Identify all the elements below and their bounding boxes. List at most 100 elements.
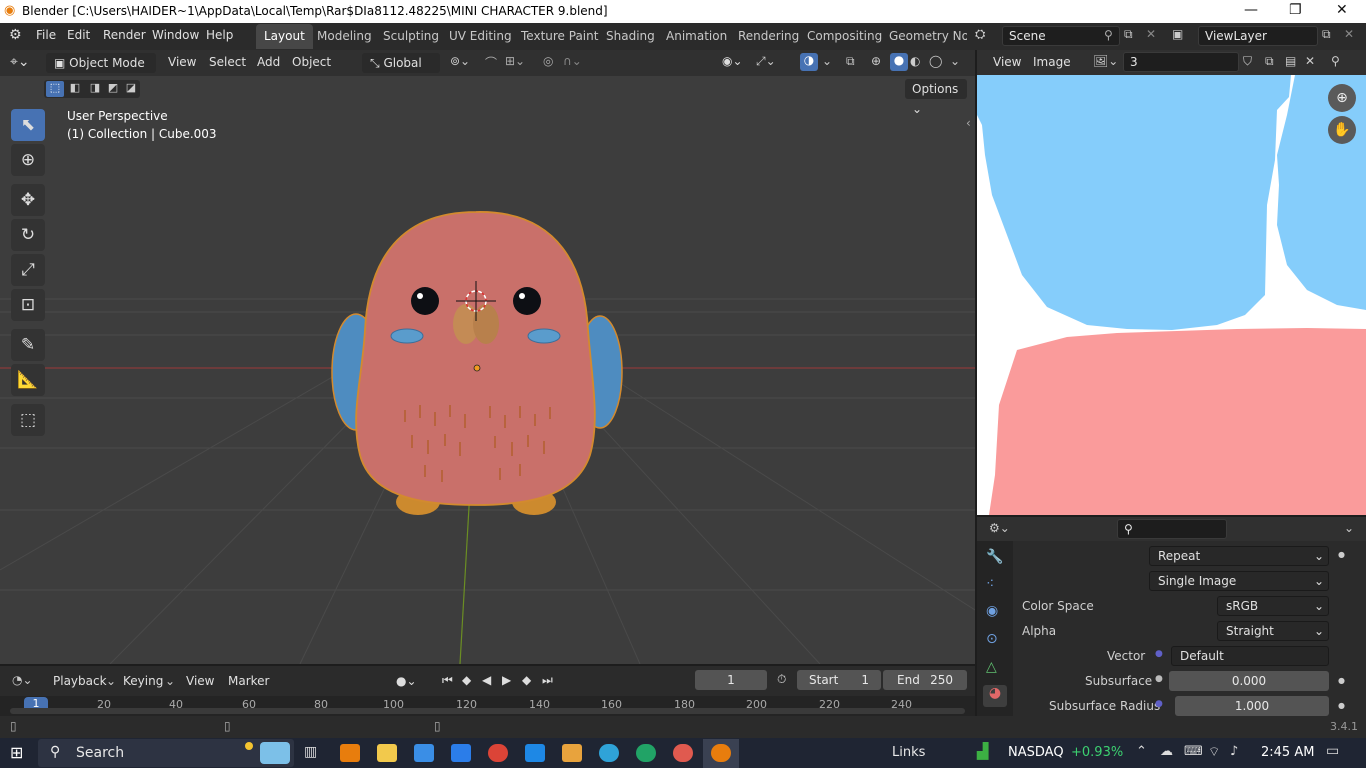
material-tab-icon[interactable]: ◕ xyxy=(983,685,1007,707)
app-icon[interactable] xyxy=(451,744,471,762)
maximize-icon[interactable]: ❐ xyxy=(1289,2,1302,18)
cursor-tool-icon[interactable]: ⊕ xyxy=(11,144,45,176)
proportional-edit-icon[interactable]: ◎ xyxy=(543,54,553,68)
tab-animation[interactable]: Animation xyxy=(658,24,735,49)
move-tool-icon[interactable]: ✥ xyxy=(11,184,45,216)
taskbar-links[interactable]: Links xyxy=(892,745,925,760)
select-new-icon[interactable]: ⬚ xyxy=(46,81,64,97)
tab-texture-paint[interactable]: Texture Paint xyxy=(513,24,606,49)
tab-geometry-nodes[interactable]: Geometry Noc xyxy=(881,24,967,49)
end-frame-field[interactable]: End 250 xyxy=(883,670,967,690)
tab-modeling[interactable]: Modeling xyxy=(309,24,380,49)
minimize-icon[interactable]: — xyxy=(1244,2,1258,18)
alpha-dropdown[interactable]: Straight ⌄ xyxy=(1217,621,1329,641)
mode-dropdown[interactable]: ▣ Object Mode xyxy=(46,53,156,73)
gizmo-icon[interactable]: ⤢⌄ xyxy=(756,54,776,69)
sublime-icon[interactable] xyxy=(562,744,582,762)
subsurface-radius-field[interactable]: 1.000 xyxy=(1175,696,1329,716)
view-layer-field[interactable]: ViewLayer xyxy=(1198,26,1318,46)
timeline-menu-marker[interactable]: Marker xyxy=(228,674,269,688)
overlays-icon[interactable]: ◑ xyxy=(800,53,818,71)
solid-shading-icon[interactable]: ● xyxy=(890,53,908,71)
new-image-icon[interactable]: ⧉ xyxy=(1265,54,1274,69)
zoom-icon[interactable]: ⊕ xyxy=(1328,84,1356,112)
transform-tool-icon[interactable]: ⊡ xyxy=(11,289,45,321)
image-name-field[interactable]: 3 xyxy=(1123,52,1239,72)
start-frame-field[interactable]: Start 1 xyxy=(797,670,881,690)
fiverr-icon[interactable] xyxy=(636,744,656,762)
tab-layout[interactable]: Layout xyxy=(256,24,313,49)
editor-type-icon[interactable]: ⌖⌄ xyxy=(10,54,30,70)
image-menu-view[interactable]: View xyxy=(993,55,1021,69)
timeline-editor-icon[interactable]: ◔⌄ xyxy=(12,673,33,687)
options-dropdown[interactable]: Options ⌄ xyxy=(905,79,967,116)
left-eye[interactable] xyxy=(411,287,439,315)
wireframe-shading-icon[interactable]: ⊕ xyxy=(871,54,881,68)
blender-active-icon[interactable] xyxy=(711,744,731,762)
source-dropdown[interactable]: Single Image ⌄ xyxy=(1149,571,1329,591)
edge-icon[interactable] xyxy=(599,744,619,762)
select-extend-icon[interactable]: ◧ xyxy=(66,81,84,97)
timeline-menu-view[interactable]: View xyxy=(186,674,214,688)
mail-icon[interactable] xyxy=(525,744,545,762)
properties-editor-icon[interactable]: ⚙⌄ xyxy=(989,521,1010,535)
ticker-name[interactable]: NASDAQ xyxy=(1008,745,1064,760)
properties-options-icon[interactable]: ⌄ xyxy=(1344,521,1354,535)
vector-input[interactable]: Default xyxy=(1171,646,1329,666)
tab-sculpting[interactable]: Sculpting xyxy=(375,24,447,49)
viewport-menu-select[interactable]: Select xyxy=(209,55,246,69)
wifi-icon[interactable]: ⌔ xyxy=(1208,744,1220,760)
play-icon[interactable]: ▶ xyxy=(502,673,511,687)
right-cheek[interactable] xyxy=(527,328,561,344)
new-scene-icon[interactable]: ⧉ xyxy=(1124,27,1133,42)
tab-shading[interactable]: Shading xyxy=(598,24,663,49)
chrome-icon[interactable] xyxy=(488,744,508,762)
unlink-image-icon[interactable]: ✕ xyxy=(1305,54,1315,68)
right-eye[interactable] xyxy=(513,287,541,315)
subsurface-field[interactable]: 0.000 xyxy=(1169,671,1329,691)
overlays-dropdown-icon[interactable]: ⌄ xyxy=(822,54,832,68)
prev-keyframe-icon[interactable]: ◆ xyxy=(462,673,471,687)
data-tab-icon[interactable]: △ xyxy=(986,659,997,675)
beak-right[interactable] xyxy=(473,304,499,344)
current-frame-field[interactable]: 1 xyxy=(695,670,767,690)
clock-time[interactable]: 2:45 AM xyxy=(1261,745,1314,760)
stopwatch-icon[interactable]: ⏱ xyxy=(777,672,786,687)
visibility-icon[interactable]: ◉⌄ xyxy=(722,54,743,68)
viewport-menu-add[interactable]: Add xyxy=(257,55,280,69)
jump-end-icon[interactable]: ⏭ xyxy=(542,673,553,688)
image-pin-icon[interactable]: ⚲ xyxy=(1331,54,1340,68)
view-layer-icon[interactable]: ▣ xyxy=(1172,27,1183,41)
tab-rendering[interactable]: Rendering xyxy=(730,24,807,49)
add-cube-tool-icon[interactable]: ⬚ xyxy=(11,404,45,436)
windows-start-icon[interactable]: ⊞ xyxy=(10,743,23,762)
timeline-menu-playback[interactable]: Playback xyxy=(53,674,107,688)
tab-compositing[interactable]: Compositing xyxy=(799,24,890,49)
blender-taskbar-icon[interactable] xyxy=(340,744,360,762)
select-intersect-icon[interactable]: ◪ xyxy=(122,81,140,97)
menu-help[interactable]: Help xyxy=(206,28,233,42)
transform-orientation-dropdown[interactable]: ⤡ Global xyxy=(362,53,440,73)
menu-file[interactable]: File xyxy=(36,28,56,42)
chrome-profile-icon[interactable] xyxy=(673,744,693,762)
file-explorer-icon[interactable] xyxy=(377,744,397,762)
timeline-ruler[interactable]: 1 20 40 60 80 100 120 140 160 180 200 22… xyxy=(0,696,975,716)
snap-target-icon[interactable]: ⊞⌄ xyxy=(505,54,525,68)
play-reverse-icon[interactable]: ◀ xyxy=(482,673,491,687)
rendered-shading-icon[interactable]: ◯ xyxy=(929,54,942,68)
task-view-icon[interactable]: ▥ xyxy=(304,744,317,760)
remove-view-layer-icon[interactable]: ✕ xyxy=(1344,27,1354,41)
particles-tab-icon[interactable]: ⁖ xyxy=(986,576,994,592)
keyframe-dot-icon[interactable]: ● xyxy=(1338,550,1345,559)
next-keyframe-icon[interactable]: ◆ xyxy=(522,673,531,687)
sidebar-toggle-icon[interactable]: ‹ xyxy=(966,116,971,130)
menu-render[interactable]: Render xyxy=(103,28,146,42)
menu-window[interactable]: Window xyxy=(152,28,199,42)
timeline-scrollbar[interactable] xyxy=(10,708,965,714)
auto-keying-icon[interactable]: ●⌄ xyxy=(396,674,417,688)
rotate-tool-icon[interactable]: ↻ xyxy=(11,219,45,251)
color-space-dropdown[interactable]: sRGB ⌄ xyxy=(1217,596,1329,616)
image-browse-icon[interactable]: 🖼⌄ xyxy=(1093,54,1118,68)
left-cheek[interactable] xyxy=(390,328,424,344)
image-menu-image[interactable]: Image xyxy=(1033,55,1071,69)
